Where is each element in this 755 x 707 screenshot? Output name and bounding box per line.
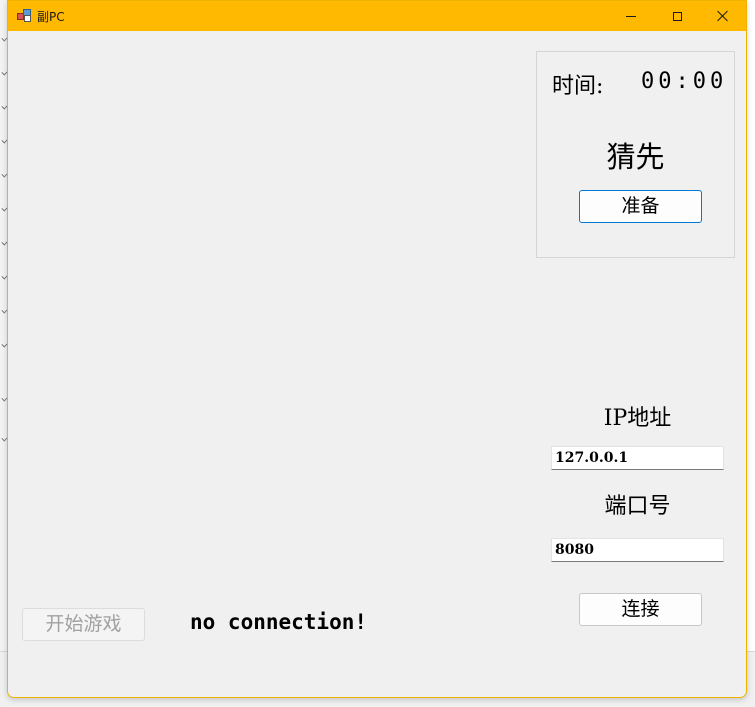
- title-bar[interactable]: 副PC: [8, 1, 746, 31]
- window-title: 副PC: [37, 10, 65, 24]
- connect-button[interactable]: 连接: [579, 593, 702, 626]
- maximize-icon: [672, 11, 682, 21]
- close-button[interactable]: [700, 1, 746, 31]
- app-icon: [17, 9, 31, 22]
- timer-value: 00:00: [641, 69, 728, 94]
- connection-status-text: no connection!: [190, 610, 368, 634]
- app-window: 副PC 时间: 00:00 猜先 准备 IP地址 端口号 连接 开始游戏 no …: [7, 0, 747, 698]
- start-game-button[interactable]: 开始游戏: [22, 608, 145, 641]
- port-label: 端口号: [604, 494, 671, 519]
- ip-address-label: IP地址: [603, 406, 672, 431]
- ready-button[interactable]: 准备: [579, 190, 702, 223]
- ip-address-input[interactable]: [551, 446, 724, 470]
- maximize-button[interactable]: [654, 1, 700, 31]
- time-label: 时间:: [552, 74, 604, 99]
- turn-status-text: 猜先: [606, 140, 665, 174]
- port-input[interactable]: [551, 538, 724, 562]
- close-icon: [717, 10, 729, 22]
- minimize-icon: [626, 15, 636, 17]
- minimize-button[interactable]: [608, 1, 654, 31]
- game-status-panel: 时间: 00:00 猜先 准备: [536, 51, 735, 258]
